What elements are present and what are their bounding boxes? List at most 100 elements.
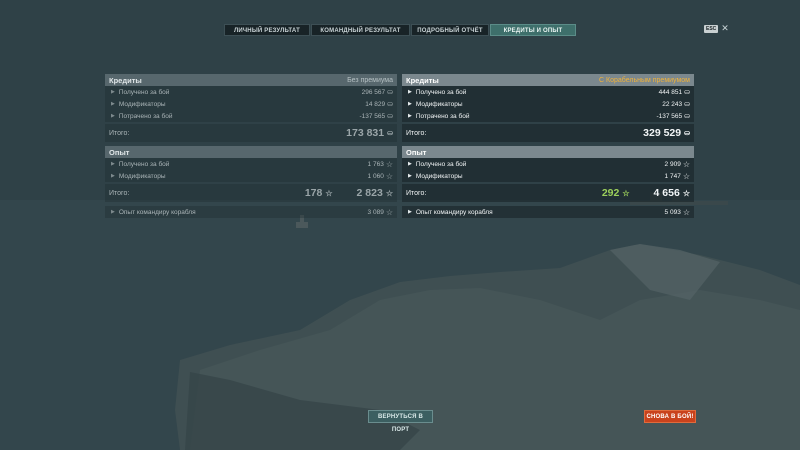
list-item[interactable]: ▶ Потрачено за бой -137 565 ⛀ bbox=[402, 110, 694, 122]
list-item[interactable]: ▶ Опыт командиру корабля 3 089 ☆ bbox=[105, 206, 397, 218]
total-value: 4 656 bbox=[653, 187, 680, 199]
total-value: 173 831 bbox=[346, 127, 385, 139]
row-value: 5 093 bbox=[664, 208, 681, 216]
list-item[interactable]: ▶ Получено за бой 444 851 ⛀ bbox=[402, 86, 694, 98]
expand-arrow-icon: ▶ bbox=[111, 209, 115, 215]
free-xp-star-icon: ☆ bbox=[325, 188, 333, 198]
credits-header: Кредиты С Корабельным премиумом bbox=[402, 74, 694, 86]
close-icon[interactable]: ✕ bbox=[721, 24, 729, 33]
credits-header: Кредиты Без премиума bbox=[105, 74, 397, 86]
list-item[interactable]: ▶ Модификаторы 1 747 ☆ bbox=[402, 170, 694, 182]
row-value: -137 565 bbox=[656, 112, 683, 120]
tab-team-result[interactable]: КОМАНДНЫЙ РЕЗУЛЬТАТ bbox=[311, 24, 410, 36]
row-value: 296 567 bbox=[361, 88, 386, 96]
row-value: -137 565 bbox=[359, 112, 386, 120]
standard-account-panel: Кредиты Без премиума ▶ Получено за бой 29… bbox=[105, 74, 397, 218]
list-item[interactable]: ▶ Получено за бой 296 567 ⛀ bbox=[105, 86, 397, 98]
list-item[interactable]: ▶ Получено за бой 2 909 ☆ bbox=[402, 158, 694, 170]
expand-arrow-icon: ▶ bbox=[408, 161, 412, 167]
row-value: 3 089 bbox=[367, 208, 384, 216]
row-label: Модификаторы bbox=[415, 172, 463, 180]
list-item[interactable]: ▶ Опыт командиру корабля 5 093 ☆ bbox=[402, 206, 694, 218]
xp-total: Итого: 292 ☆ 4 656 ☆ bbox=[402, 184, 694, 202]
credits-icon: ⛀ bbox=[387, 89, 393, 96]
esc-close[interactable]: ESC ✕ bbox=[704, 24, 729, 33]
credits-total: Итого: 329 529 ⛀ bbox=[402, 124, 694, 142]
total-label: Итого: bbox=[109, 129, 130, 137]
expand-arrow-icon: ▶ bbox=[408, 113, 412, 119]
section-title: Кредиты bbox=[406, 75, 439, 85]
row-label: Получено за бой bbox=[415, 88, 467, 96]
esc-key-hint: ESC bbox=[704, 24, 719, 33]
expand-arrow-icon: ▶ bbox=[111, 161, 115, 167]
row-label: Модификаторы bbox=[118, 100, 166, 108]
credits-icon: ⛀ bbox=[387, 113, 393, 120]
xp-star-icon: ☆ bbox=[385, 188, 393, 198]
account-type-label: С Корабельным премиумом bbox=[599, 76, 690, 84]
list-item[interactable]: ▶ Потрачено за бой -137 565 ⛀ bbox=[105, 110, 397, 122]
row-label: Получено за бой bbox=[118, 88, 170, 96]
row-value: 1 763 bbox=[367, 160, 384, 168]
credits-icon: ⛀ bbox=[684, 101, 690, 108]
row-label: Модификаторы bbox=[118, 172, 166, 180]
expand-arrow-icon: ▶ bbox=[408, 101, 412, 107]
free-xp-value: 178 bbox=[304, 187, 323, 199]
row-label: Получено за бой bbox=[415, 160, 467, 168]
total-label: Итого: bbox=[406, 129, 427, 137]
tab-detailed-report[interactable]: ПОДРОБНЫЙ ОТЧЁТ bbox=[411, 24, 489, 36]
premium-account-panel: Кредиты С Корабельным премиумом ▶ Получен… bbox=[402, 74, 694, 218]
expand-arrow-icon: ▶ bbox=[111, 101, 115, 107]
row-label: Потрачено за бой bbox=[415, 112, 470, 120]
row-label: Опыт командиру корабля bbox=[118, 208, 196, 216]
row-value: 1 060 bbox=[367, 172, 384, 180]
xp-star-icon: ☆ bbox=[385, 207, 393, 217]
section-title: Опыт bbox=[406, 147, 427, 157]
credits-icon: ⛀ bbox=[684, 113, 690, 120]
tab-credits-and-xp[interactable]: КРЕДИТЫ И ОПЫТ bbox=[490, 24, 576, 36]
credits-icon: ⛀ bbox=[387, 101, 393, 108]
row-value: 1 747 bbox=[664, 172, 681, 180]
row-value: 22 243 bbox=[662, 100, 683, 108]
xp-star-icon: ☆ bbox=[385, 159, 393, 169]
xp-star-icon: ☆ bbox=[682, 159, 690, 169]
tab-personal-result[interactable]: ЛИЧНЫЙ РЕЗУЛЬТАТ bbox=[224, 24, 310, 36]
row-label: Опыт командиру корабля bbox=[415, 208, 493, 216]
return-to-port-button[interactable]: ВЕРНУТЬСЯ В ПОРТ bbox=[368, 410, 433, 433]
total-value: 2 823 bbox=[356, 187, 383, 199]
expand-arrow-icon: ▶ bbox=[111, 173, 115, 179]
background-island bbox=[0, 0, 800, 450]
free-xp-star-icon: ☆ bbox=[622, 188, 630, 198]
list-item[interactable]: ▶ Модификаторы 1 060 ☆ bbox=[105, 170, 397, 182]
free-xp-value: 292 bbox=[601, 187, 620, 199]
xp-star-icon: ☆ bbox=[385, 171, 393, 181]
expand-arrow-icon: ▶ bbox=[111, 89, 115, 95]
xp-header: Опыт bbox=[402, 146, 694, 158]
list-item[interactable]: ▶ Модификаторы 14 829 ⛀ bbox=[105, 98, 397, 110]
list-item[interactable]: ▶ Получено за бой 1 763 ☆ bbox=[105, 158, 397, 170]
row-value: 444 851 bbox=[658, 88, 683, 96]
battle-again-button[interactable]: СНОВА В БОЙ! bbox=[644, 410, 696, 423]
credits-total: Итого: 173 831 ⛀ bbox=[105, 124, 397, 142]
total-label: Итого: bbox=[109, 189, 130, 197]
expand-arrow-icon: ▶ bbox=[408, 89, 412, 95]
expand-arrow-icon: ▶ bbox=[111, 113, 115, 119]
account-type-label: Без премиума bbox=[347, 76, 393, 84]
row-label: Модификаторы bbox=[415, 100, 463, 108]
credits-icon: ⛀ bbox=[684, 89, 690, 96]
row-label: Получено за бой bbox=[118, 160, 170, 168]
total-value: 329 529 bbox=[643, 127, 682, 139]
xp-star-icon: ☆ bbox=[682, 171, 690, 181]
row-label: Потрачено за бой bbox=[118, 112, 173, 120]
expand-arrow-icon: ▶ bbox=[408, 173, 412, 179]
xp-star-icon: ☆ bbox=[682, 207, 690, 217]
expand-arrow-icon: ▶ bbox=[408, 209, 412, 215]
result-tabs: ЛИЧНЫЙ РЕЗУЛЬТАТ КОМАНДНЫЙ РЕЗУЛЬТАТ ПОД… bbox=[224, 24, 577, 36]
credits-icon: ⛀ bbox=[387, 130, 393, 137]
credits-icon: ⛀ bbox=[684, 130, 690, 137]
row-value: 2 909 bbox=[664, 160, 681, 168]
total-label: Итого: bbox=[406, 189, 427, 197]
xp-header: Опыт bbox=[105, 146, 397, 158]
section-title: Кредиты bbox=[109, 75, 142, 85]
xp-star-icon: ☆ bbox=[682, 188, 690, 198]
list-item[interactable]: ▶ Модификаторы 22 243 ⛀ bbox=[402, 98, 694, 110]
